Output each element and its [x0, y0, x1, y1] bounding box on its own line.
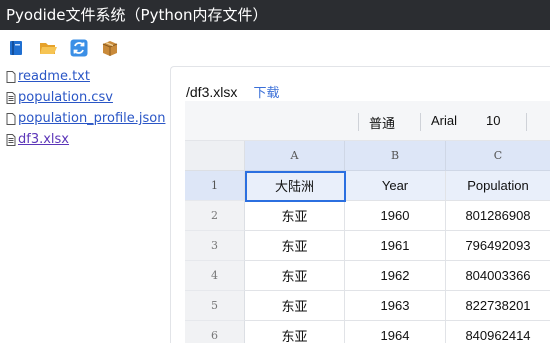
row-header[interactable]: 4 [185, 261, 245, 291]
table-cell[interactable]: 东亚 [245, 231, 345, 261]
file-name: readme.txt [18, 69, 90, 84]
table-cell[interactable]: 东亚 [245, 321, 345, 343]
text-file-icon [6, 133, 16, 146]
toolbar-divider [420, 113, 421, 131]
open-folder-button[interactable] [38, 38, 58, 58]
table-cell[interactable]: 1963 [345, 291, 446, 321]
column-header[interactable]: B [345, 141, 446, 171]
font-family-select[interactable]: Arial [431, 113, 457, 128]
spreadsheet: 普通 Arial 10 A B C 1 大陆洲 Year Population … [185, 101, 550, 343]
table-cell[interactable]: 804003366 [446, 261, 550, 291]
select-all-corner[interactable] [185, 141, 245, 171]
row-header[interactable]: 5 [185, 291, 245, 321]
table-cell[interactable]: 1964 [345, 321, 446, 343]
book-icon [10, 41, 22, 55]
open-folder-icon [40, 43, 57, 54]
file-name: df3.xlsx [18, 132, 70, 147]
file-viewer: /df3.xlsx 下载 普通 Arial 10 A B C 1 大陆洲 Yea… [170, 66, 550, 343]
refresh-button[interactable] [69, 38, 89, 58]
toolbar [0, 38, 550, 60]
toolbar-divider [358, 113, 359, 131]
table-cell[interactable]: 东亚 [245, 291, 345, 321]
table-cell[interactable]: Population [446, 171, 550, 201]
refresh-icon [70, 39, 88, 57]
row-header[interactable]: 1 [185, 171, 245, 201]
download-link[interactable]: 下载 [254, 86, 280, 101]
book-button[interactable] [6, 38, 26, 58]
package-button[interactable] [100, 38, 120, 58]
text-file-icon [6, 91, 16, 104]
table-cell[interactable]: 1962 [345, 261, 446, 291]
app-title: Pyodide文件系统（Python内存文件） [0, 0, 550, 30]
file-item-population-profile[interactable]: population_profile.json [6, 108, 166, 129]
row-header[interactable]: 6 [185, 321, 245, 343]
table-cell[interactable]: 东亚 [245, 201, 345, 231]
toolbar-divider [526, 113, 527, 131]
package-icon [102, 41, 118, 56]
row-header[interactable]: 3 [185, 231, 245, 261]
path-bar: /df3.xlsx 下载 [186, 82, 280, 101]
table-cell[interactable]: 东亚 [245, 261, 345, 291]
row-header[interactable]: 2 [185, 201, 245, 231]
column-header[interactable]: A [245, 141, 345, 171]
file-icon [6, 112, 16, 125]
file-item-population-csv[interactable]: population.csv [6, 87, 166, 108]
table-cell[interactable]: Year [345, 171, 446, 201]
table-cell[interactable]: 796492093 [446, 231, 550, 261]
file-item-readme[interactable]: readme.txt [6, 66, 166, 87]
file-name: population_profile.json [18, 111, 166, 126]
table-cell[interactable]: 801286908 [446, 201, 550, 231]
file-path: /df3.xlsx [186, 84, 238, 100]
table-cell[interactable]: 822738201 [446, 291, 550, 321]
font-size-select[interactable]: 10 [486, 113, 500, 128]
cell-style-select[interactable]: 普通 [369, 113, 395, 132]
file-icon [6, 70, 16, 83]
format-toolbar: 普通 Arial 10 [185, 101, 550, 141]
table-cell[interactable]: 840962414 [446, 321, 550, 343]
file-name: population.csv [18, 90, 113, 105]
column-header[interactable]: C [446, 141, 550, 171]
table-cell[interactable]: 1961 [345, 231, 446, 261]
file-item-df3[interactable]: df3.xlsx [6, 129, 166, 150]
table-cell[interactable]: 1960 [345, 201, 446, 231]
active-cell-selection [245, 171, 346, 202]
file-list: readme.txt population.csv population_pro… [6, 66, 166, 150]
